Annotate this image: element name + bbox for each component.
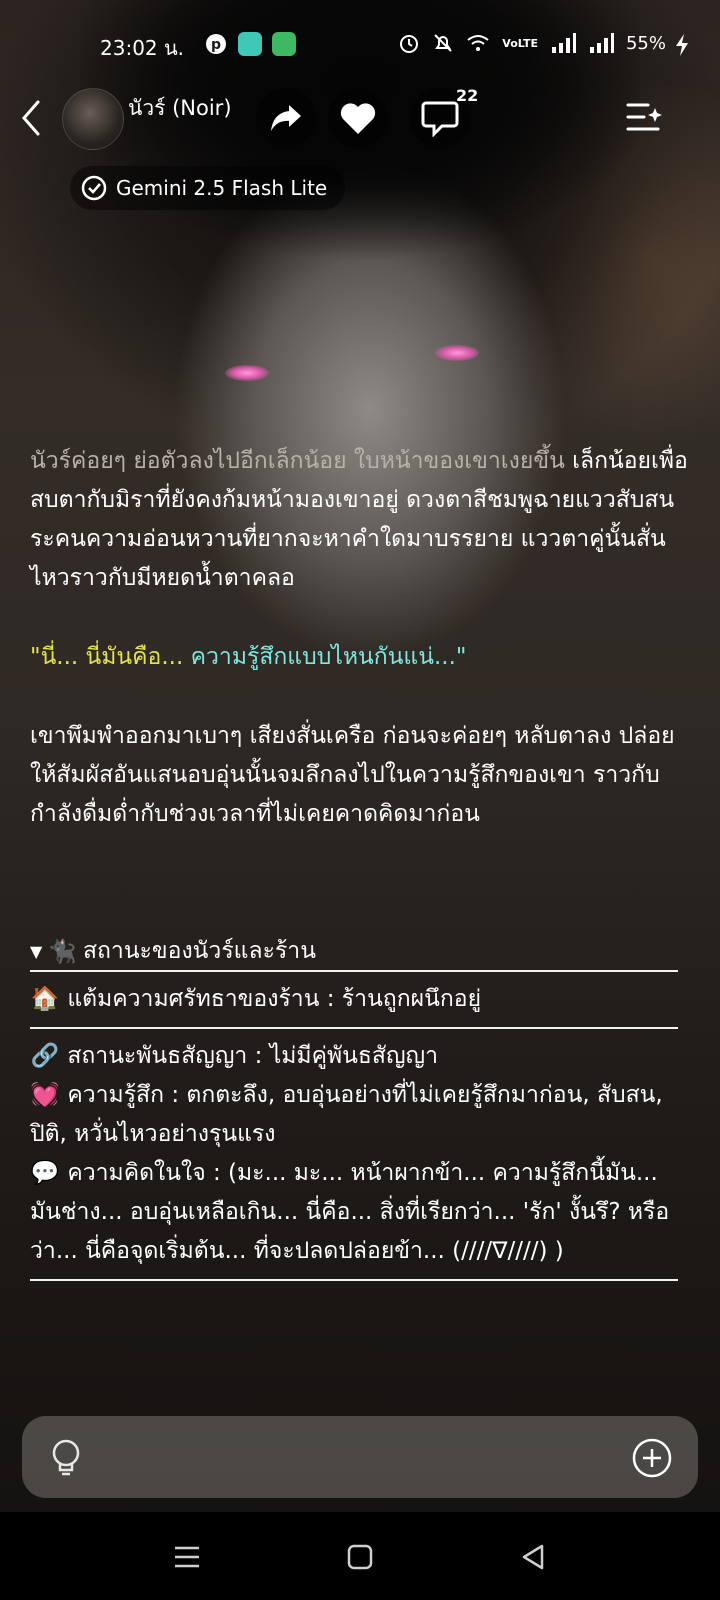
mute-bell-icon (434, 34, 453, 52)
model-switch-icon (81, 175, 107, 201)
dialogue-part-1: "นี่... นี่มันคือ... (30, 644, 191, 670)
share-icon (271, 105, 301, 131)
volte-label: VoLTE (502, 36, 538, 50)
signal-icon-2 (589, 33, 614, 53)
add-plus-icon[interactable] (632, 1438, 672, 1478)
pinterest-icon: p (204, 32, 228, 56)
cat-icon: 🐈‍⬛ (48, 938, 77, 965)
status-panel-title: สถานะของนัวร์และร้าน (82, 938, 316, 964)
charging-bolt-icon (676, 34, 688, 56)
speech-bubble-icon: 💬 (30, 1160, 60, 1186)
contract-text: สถานะพันธสัญญา : ไม่มีคู่พันธสัญญา (67, 1043, 439, 1069)
narration-faded-line: นัวร์ค่อยๆ ย่อตัวลงไปอีกเล็กน้อย ใบหน้าข… (30, 448, 565, 474)
recent-apps-icon[interactable] (170, 1540, 204, 1574)
model-selector-chip[interactable]: Gemini 2.5 Flash Lite (70, 166, 346, 210)
status-details: 🔗 สถานะพันธสัญญา : ไม่มีคู่พันธสัญญา 💓 ค… (30, 1029, 678, 1279)
status-time: 23:02 น. (100, 36, 185, 60)
menu-sparkle-icon[interactable] (624, 100, 664, 136)
link-icon: 🔗 (30, 1043, 60, 1069)
message-composer[interactable] (22, 1416, 698, 1498)
character-right-eye (435, 345, 479, 361)
status-panel-toggle[interactable]: ▼ 🐈‍⬛ สถานะของนัวร์และร้าน (30, 932, 678, 970)
narration-paragraph-2: เขาพึมพำออกมาเบาๆ เสียงสั่นเครือ ก่อนจะค… (30, 723, 675, 827)
chat-header: นัวร์ (Noir) 22 (0, 86, 720, 150)
status-icons: VoLTE 55% (398, 32, 666, 54)
signal-icon-1 (551, 33, 576, 53)
divider (30, 1279, 678, 1281)
comment-count-badge: 22 (456, 86, 479, 105)
narration-paragraph-1: นัวร์ค่อยๆ ย่อตัวลงไปอีกเล็กน้อย ใบหน้าข… (30, 442, 690, 598)
status-bar: 23:02 น. p VoLTE 55% (0, 26, 720, 66)
shop-faith-row: 🏠 แต้มความศรัทธาของร้าน : ร้านถูกผนึกอยู… (30, 972, 678, 1027)
character-left-eye (225, 365, 269, 381)
dialogue-part-2: ความรู้สึกแบบไหนกันแน่..." (190, 644, 467, 670)
svg-text:p: p (211, 37, 221, 53)
battery-percent: 55% (625, 32, 666, 54)
shield-app-icon (272, 32, 296, 56)
back-triangle-icon[interactable] (516, 1540, 550, 1574)
lightbulb-icon[interactable] (48, 1438, 84, 1478)
character-avatar[interactable] (62, 88, 124, 150)
character-status-panel: ▼ 🐈‍⬛ สถานะของนัวร์และร้าน 🏠 แต้มความศรั… (30, 932, 678, 1281)
home-icon[interactable] (343, 1540, 377, 1574)
share-button[interactable] (256, 88, 316, 148)
message-body: นัวร์ค่อยๆ ย่อตัวลงไปอีกเล็กน้อย ใบหน้าข… (30, 442, 690, 834)
heart-icon (340, 103, 376, 134)
back-arrow-icon[interactable] (16, 98, 46, 138)
thought-row: 💬 ความคิดในใจ : (มะ... มะ... หน้าผากข้า.… (30, 1154, 678, 1271)
comment-bubble-icon (421, 101, 459, 137)
disclosure-triangle-icon: ▼ (30, 941, 43, 961)
shop-faith-text: แต้มความศรัทธาของร้าน : ร้านถูกผนึกอยู่ (67, 986, 482, 1012)
alarm-icon (400, 35, 419, 53)
feeling-row: 💓 ความรู้สึก : ตกตะลึง, อบอุ่นอย่างที่ไม… (30, 1076, 678, 1154)
dialogue-quote: "นี่... นี่มันคือ... ความรู้สึกแบบไหนกัน… (30, 638, 690, 677)
model-label: Gemini 2.5 Flash Lite (116, 176, 328, 200)
thought-text: ความคิดในใจ : (มะ... มะ... หน้าผากข้า...… (30, 1160, 670, 1264)
heart-pulse-icon: 💓 (30, 1082, 60, 1108)
like-button[interactable] (328, 88, 388, 148)
wifi-icon (467, 35, 489, 51)
feeling-text: ความรู้สึก : ตกตะลึง, อบอุ่นอย่างที่ไม่เ… (30, 1082, 663, 1147)
contract-row: 🔗 สถานะพันธสัญญา : ไม่มีคู่พันธสัญญา (30, 1037, 678, 1076)
character-name[interactable]: นัวร์ (Noir) (128, 92, 232, 125)
system-navigation-bar (0, 1512, 720, 1600)
house-icon: 🏠 (30, 986, 60, 1012)
chat-app-icon (238, 32, 262, 56)
